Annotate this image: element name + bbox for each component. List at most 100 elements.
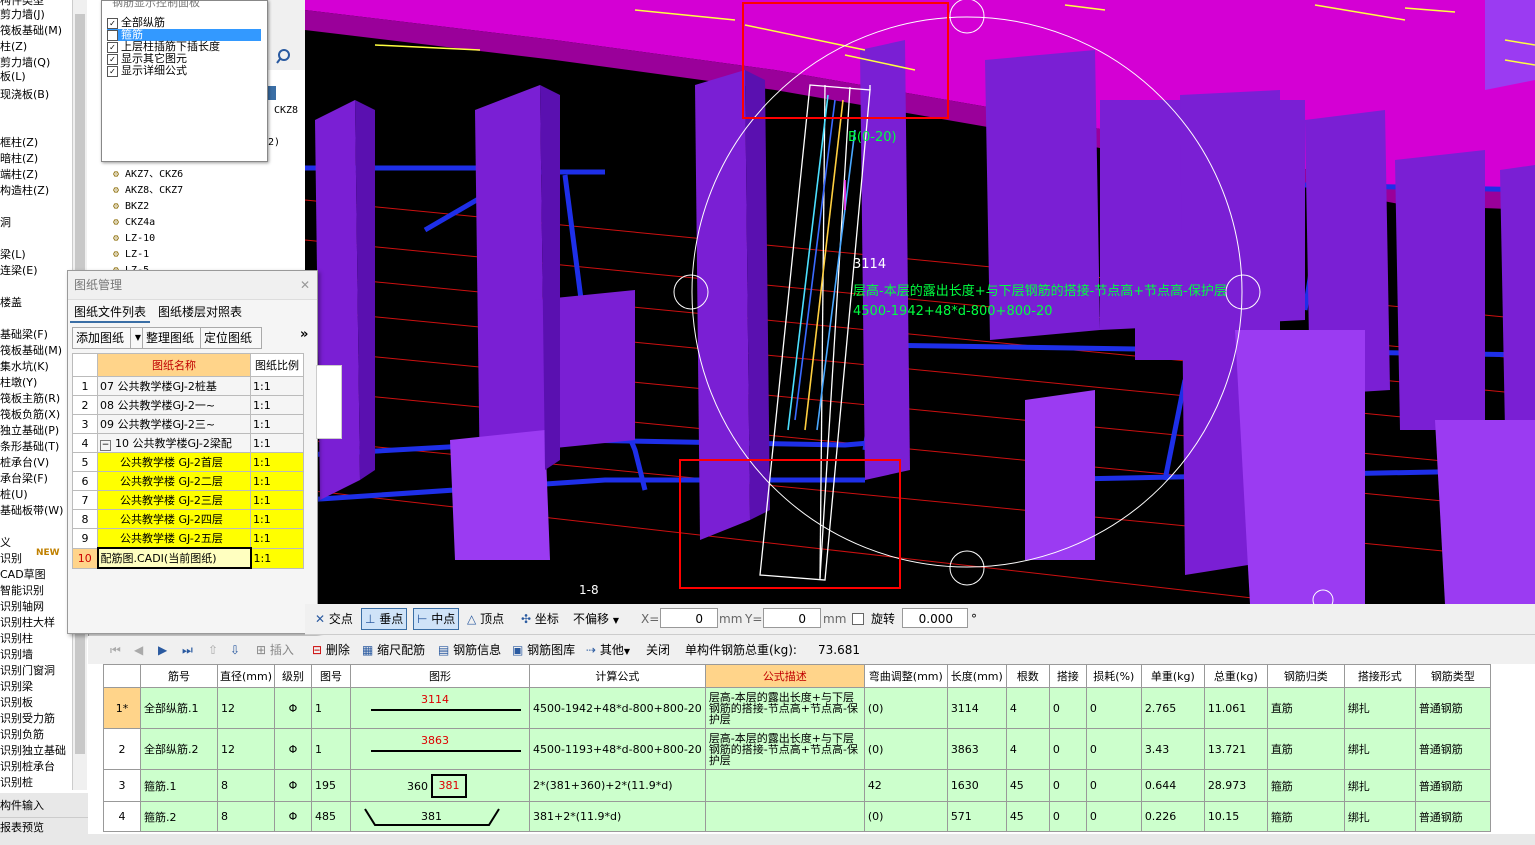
snap-vertex[interactable]: △ 顶点 [467,610,504,628]
checkbox-icon[interactable]: ✓ [107,41,118,53]
left-tree-item[interactable]: 识别桩 [0,776,33,790]
drawing-scale-cell[interactable]: 1:1 [250,490,304,510]
rebar-count-cell[interactable]: 45 [1005,801,1050,832]
rebar-unit_w-cell[interactable]: 0.226 [1140,801,1205,832]
rebar-loss-cell[interactable]: 0 [1085,801,1142,832]
rebar-len-cell[interactable]: 1630 [946,769,1007,802]
rebar-fig-cell[interactable]: 485 [311,801,351,832]
prev-record-icon[interactable]: ◀ [134,641,143,659]
column-header[interactable]: 单重(kg) [1140,664,1205,688]
drawing-row[interactable]: 10 配筋图.CADI(当前图纸) 1:1 [72,547,304,569]
drawing-scale-cell[interactable]: 1:1 [250,547,304,569]
close-button[interactable]: 关闭 [646,641,670,659]
left-tree-item[interactable]: 识别梁 [0,680,33,694]
move-up-icon[interactable]: ⇧ [208,641,218,659]
left-tree-item[interactable]: 构造柱(Z) [0,184,49,198]
drawing-scale-cell[interactable]: 1:1 [250,433,304,453]
snap-perpendicular[interactable]: ⊥ 垂点 [361,608,408,630]
insert-button[interactable]: ⊞ 插入 [256,641,294,659]
rebar-info-button[interactable]: ▤ 钢筋信息 [438,641,501,659]
column-tree-item[interactable]: ⚙ BKZ2 [113,200,149,214]
rebar-lap-cell[interactable]: 0 [1048,769,1087,802]
move-down-icon[interactable]: ⇩ [230,641,240,659]
column-header[interactable]: 搭接形式 [1343,664,1416,688]
collapse-icon[interactable]: − [100,440,111,451]
rebar-total_w-cell[interactable]: 28.973 [1203,769,1268,802]
tab-report-preview[interactable]: 报表预览 [0,817,88,839]
column-header[interactable]: 级别 [274,664,312,688]
rebar-dia-cell[interactable]: 8 [217,769,275,802]
rebar-formula-cell[interactable]: 4500-1942+48*d-800+800-20 [529,687,706,729]
drawing-name-cell[interactable]: 09 公共教学楼GJ-2三~ [97,414,251,434]
delete-button[interactable]: ⊟ 删除 [312,641,350,659]
rebar-shape-cell[interactable]: 381 [350,801,530,832]
left-tree-item[interactable]: 板(L) [0,70,26,84]
left-tree-item[interactable]: 识别 [0,552,22,566]
left-tree-item[interactable]: 筏板基础(M) [0,344,62,358]
3d-viewport[interactable]: B(0-20) 3114 层高-本层的露出长度+与下层钢筋的搭接-节点高+节点高… [305,0,1535,604]
rebar-dia-cell[interactable]: 12 [217,687,275,729]
left-tree-item[interactable]: 基础梁(F) [0,328,48,342]
search-icon[interactable] [275,48,293,64]
left-tree-item[interactable]: 剪力墙(Q) [0,56,50,70]
rebar-loss-cell[interactable]: 0 [1085,728,1142,770]
rotate-input[interactable]: 0.000 [902,608,968,628]
column-tree-item[interactable]: CKZ8 [274,104,298,118]
column-header[interactable]: 直径(mm) [217,664,275,688]
rebar-loss-cell[interactable]: 0 [1085,687,1142,729]
next-record-icon[interactable]: ▶ [158,641,167,659]
drawing-row[interactable]: 4−10 公共教学楼GJ-2梁配 1:1 [72,433,304,453]
column-tree-item[interactable]: ⚙ AKZ8、CKZ7 [113,184,183,198]
drawing-row[interactable]: 7 公共教学楼 GJ-2三层 1:1 [72,490,304,510]
column-header[interactable]: 长度(mm) [946,664,1007,688]
rebar-grade-cell[interactable]: Φ [274,769,312,802]
rebar-fig-cell[interactable]: 1 [311,687,351,729]
rebar-row[interactable]: 4 箍筋.2 8 Φ 485 381 381+2*(11.9*d) (0) 571 45 0 0 0.2… [103,801,1491,832]
drawing-scale-cell[interactable]: 1:1 [250,452,304,472]
column-tree-item[interactable]: 2) [268,136,280,150]
left-tree-item[interactable]: 洞 [0,216,11,230]
checkbox-icon[interactable]: ✓ [107,53,118,65]
column-tree-item[interactable]: ⚙ LZ-10 [113,232,155,246]
left-tree-item[interactable]: 框柱(Z) [0,136,38,150]
left-tree-item[interactable]: 楼盖 [0,296,22,310]
rebar-bend-cell[interactable]: 42 [863,769,948,802]
left-tree-item[interactable]: 独立基础(P) [0,424,59,438]
y-input[interactable]: 0 [763,608,821,628]
drawing-scale-cell[interactable]: 1:1 [250,471,304,491]
snap-midpoint[interactable]: ⊢ 中点 [413,608,460,630]
tab-component-input[interactable]: 构件输入 [0,795,88,818]
left-tree-item[interactable]: 连梁(E) [0,264,38,278]
rebar-formula-cell[interactable]: 381+2*(11.9*d) [529,801,706,832]
column-header[interactable]: 搭接 [1048,664,1087,688]
left-tree-item[interactable]: 智能识别 [0,584,44,598]
snap-coordinate[interactable]: ✣ 坐标 [521,610,559,628]
column-header[interactable]: 钢筋归类 [1266,664,1345,688]
column-tree-item[interactable]: ⚙ CKZ4a [113,216,155,230]
scale-rebar-button[interactable]: ▦ 缩尺配筋 [362,641,425,659]
rebar-formula-cell[interactable]: 2*(381+360)+2*(11.9*d) [529,769,706,802]
drawing-name-header[interactable]: 图纸名称 [97,353,251,377]
rebar-grade-cell[interactable]: Φ [274,728,312,770]
column-header[interactable]: 根数 [1005,664,1050,688]
rebar-dia-cell[interactable]: 12 [217,728,275,770]
rebar-row[interactable]: 1* 全部纵筋.1 12 Φ 1 3114 4500-1942+48*d-800+800-2… [103,687,1491,729]
rebar-name-cell[interactable]: 箍筋.1 [140,769,218,802]
more-icon[interactable]: » [300,327,308,342]
checkbox-icon[interactable]: ✓ [107,65,118,77]
column-header[interactable]: 公式描述 [704,664,865,688]
left-tree-item[interactable]: 桩(U) [0,488,28,502]
drawing-name-cell[interactable]: 公共教学楼 GJ-2四层 [97,509,251,529]
left-tree-item[interactable]: 识别柱大样 [0,616,55,630]
left-tree-item[interactable]: 识别独立基础 [0,744,66,758]
left-tree-item[interactable]: 桩承台(V) [0,456,49,470]
rebar-lap_form-cell[interactable]: 绑扎 [1343,728,1416,770]
drawing-scale-cell[interactable]: 1:1 [250,509,304,529]
rebar-lap-cell[interactable]: 0 [1048,801,1087,832]
drawing-scale-cell[interactable]: 1:1 [250,376,304,396]
rebar-name-cell[interactable]: 全部纵筋.2 [140,728,218,770]
rebar-row[interactable]: 3 箍筋.1 8 Φ 195 360 381 2*(381+360)+2*(11.9*d) 42… [103,769,1491,802]
column-header[interactable]: 损耗(%) [1085,664,1142,688]
left-tree-item[interactable]: 识别板 [0,696,33,710]
rebar-fig-cell[interactable]: 1 [311,728,351,770]
